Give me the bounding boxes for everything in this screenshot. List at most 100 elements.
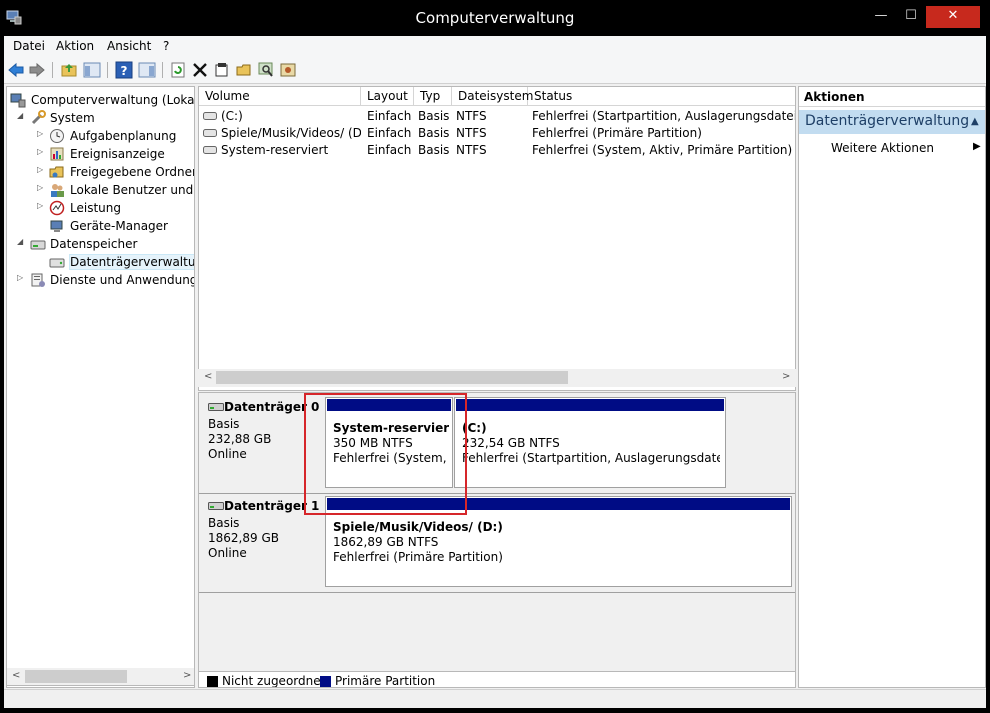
partition-name: Spiele/Musik/Videos/ (D:) [333,520,503,534]
scroll-right-icon[interactable]: > [782,371,790,382]
menu-bar: Datei Aktion Ansicht ? [4,36,986,56]
tree-item-lokale-benutzer[interactable]: ▷ Lokale Benutzer und Gruppen [9,181,194,199]
tree-item-datenspeicher[interactable]: ◢ Datenspeicher [9,235,194,253]
partition-c[interactable]: (C:) 232,54 GB NTFS Fehlerfrei (Startpar… [454,397,726,488]
menu-datei[interactable]: Datei [13,39,45,53]
collapsed-arrow-icon[interactable]: ▷ [37,147,46,156]
scrollbar-thumb[interactable] [216,371,568,384]
properties-icon[interactable] [213,61,231,79]
toolbar: ? [4,56,986,84]
column-header-status[interactable]: Status [528,87,795,106]
collapsed-arrow-icon[interactable]: ▷ [37,183,46,192]
scrollbar-thumb[interactable] [25,670,127,683]
column-header-layout[interactable]: Layout [361,87,414,106]
console-tree[interactable]: Computerverwaltung (Lokal) ◢ System ▷ Au… [6,86,195,688]
menu-ansicht[interactable]: Ansicht [107,39,151,53]
partition-bar [456,399,724,411]
tree-item-ereignisanzeige[interactable]: ▷ Ereignisanzeige [9,145,194,163]
actions-section-datentraegerverwaltung[interactable]: Datenträgerverwaltung ▲ [799,110,985,134]
partition-status: Fehlerfrei (Startpartition, Auslagerungs… [462,451,720,465]
search-icon[interactable] [257,61,275,79]
action-pane-icon[interactable] [138,61,156,79]
cell-layout: Einfach [367,126,412,140]
console-tree-icon[interactable] [83,61,101,79]
action-weitere-aktionen[interactable]: Weitere Aktionen [831,141,934,155]
title-bar[interactable]: Computerverwaltung — ☐ ✕ [0,0,990,36]
tree-label: Datenspeicher [50,237,138,251]
disk-management-icon [49,258,65,268]
shared-folder-icon [49,166,64,178]
services-icon [31,273,45,287]
expanded-arrow-icon[interactable]: ◢ [17,237,26,246]
partition-status: Fehlerfrei (Primäre Partition) [333,550,503,564]
submenu-arrow-icon[interactable]: ▶ [973,141,981,152]
legend-primary: Primäre Partition [335,674,436,688]
highlight-annotation-box [304,393,467,515]
column-header-typ[interactable]: Typ [414,87,452,106]
tree-item-system[interactable]: ◢ System [9,109,194,127]
cell-dateisystem: NTFS [456,126,487,140]
table-row[interactable]: (C:) Einfach Basis NTFS Fehlerfrei (Star… [199,108,796,125]
wizard-icon[interactable] [279,61,297,79]
back-icon[interactable] [7,61,25,79]
event-viewer-icon [50,147,64,161]
close-button[interactable]: ✕ [926,6,980,28]
maximize-button[interactable]: ☐ [896,6,926,28]
tree-item-geraete-manager[interactable]: Geräte-Manager [9,217,194,235]
performance-icon [49,200,65,216]
delete-icon[interactable] [191,61,209,79]
collapsed-arrow-icon[interactable]: ▷ [17,273,26,282]
partition-size: 232,54 GB NTFS [462,436,560,450]
collapsed-arrow-icon[interactable]: ▷ [37,201,46,210]
tree-item-aufgabenplanung[interactable]: ▷ Aufgabenplanung [9,127,194,145]
help-icon[interactable]: ? [115,61,133,79]
scroll-left-icon[interactable]: < [204,371,212,382]
tree-item-freigegebene-ordner[interactable]: ▷ Freigegebene Ordner [9,163,194,181]
up-folder-icon[interactable] [60,61,78,79]
forward-icon[interactable] [28,61,46,79]
tree-item-leistung[interactable]: ▷ Leistung [9,199,194,217]
actions-section-title: Datenträgerverwaltung [805,113,970,129]
disk-graphical-view[interactable]: Datenträger 0 Basis 232,88 GB Online Sys… [198,392,796,688]
tree-item-root[interactable]: Computerverwaltung (Lokal) [9,91,194,109]
tools-icon [31,110,46,125]
partition-name: (C:) [462,421,487,435]
table-row[interactable]: Spiele/Musik/Videos/ (D:) Einfach Basis … [199,125,795,142]
status-bar [4,689,986,708]
tree-horizontal-scrollbar[interactable]: < > [6,668,195,686]
minimize-button[interactable]: — [866,6,896,28]
column-header-volume[interactable]: Volume [199,87,361,106]
menu-aktion[interactable]: Aktion [56,39,94,53]
disk-state: Online [208,546,247,560]
window: Computerverwaltung — ☐ ✕ Datei Aktion An… [0,0,990,713]
collapsed-arrow-icon[interactable]: ▷ [37,165,46,174]
tree-label: Leistung [70,201,121,215]
expanded-arrow-icon[interactable]: ◢ [17,111,26,120]
column-header-dateisystem[interactable]: Dateisystem [452,87,533,106]
cell-status: Fehlerfrei (Primäre Partition) [532,126,702,140]
cell-typ: Basis [418,143,450,157]
clock-icon [50,129,64,143]
menu-help[interactable]: ? [163,39,169,53]
refresh-icon[interactable] [169,61,187,79]
actions-pane: Aktionen Datenträgerverwaltung ▲ Weitere… [798,86,986,688]
legend-unallocated: Nicht zugeordnet [222,674,326,688]
tree-label: System [50,111,95,125]
tree-item-dienste[interactable]: ▷ Dienste und Anwendungen [9,271,194,289]
tree-label: Ereignisanzeige [70,147,165,161]
scroll-left-icon[interactable]: < [12,670,20,681]
tree-item-datentraegerverwaltung[interactable]: Datenträgerverwaltung [9,253,194,271]
collapsed-arrow-icon[interactable]: ▷ [37,129,46,138]
cell-status: Fehlerfrei (Startpartition, Auslagerungs… [532,109,796,123]
volume-list[interactable]: Volume Layout Typ Dateisystem Status (C:… [198,86,796,391]
legend-swatch-primary [320,676,331,687]
storage-icon [30,240,46,250]
scroll-right-icon[interactable]: > [183,670,191,681]
table-row[interactable]: System-reserviert Einfach Basis NTFS Feh… [199,142,795,159]
disk-size: 232,88 GB [208,432,272,446]
volume-list-horizontal-scrollbar[interactable]: < > [198,369,796,387]
toolbar-separator [162,62,163,78]
collapse-up-icon[interactable]: ▲ [971,116,979,127]
cell-dateisystem: NTFS [456,143,487,157]
open-icon[interactable] [235,61,253,79]
